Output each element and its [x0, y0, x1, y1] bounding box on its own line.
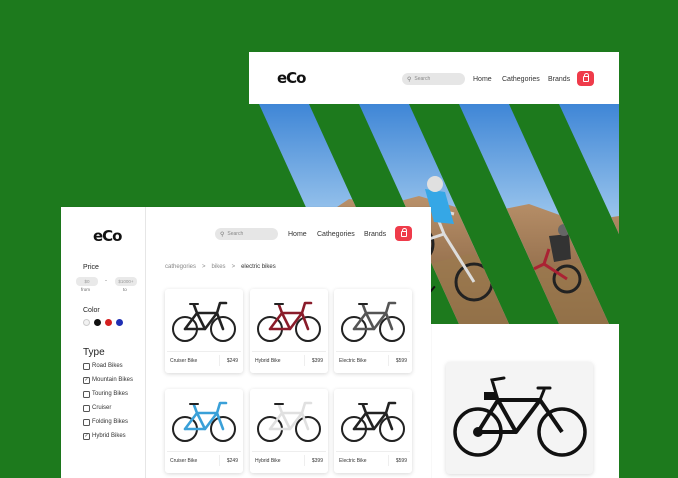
product-name: Cruiser Bike: [170, 358, 198, 364]
color-swatch[interactable]: [105, 319, 112, 326]
price-label: Price: [83, 264, 99, 271]
product-card[interactable]: Cruiser Bike $249: [165, 289, 243, 373]
type-checkbox[interactable]: [83, 391, 90, 398]
type-checkbox[interactable]: ✓: [83, 433, 90, 440]
electric-bike-photo-icon: [453, 376, 587, 457]
product-name: Cruiser Bike: [170, 458, 198, 464]
shopping-bag-icon: [582, 73, 589, 82]
nav-brands[interactable]: Brands: [364, 231, 386, 238]
color-swatch[interactable]: [94, 319, 101, 326]
type-option-label: Folding Bikes: [92, 419, 129, 425]
cart-button[interactable]: [577, 71, 594, 86]
logo[interactable]: eCo: [277, 69, 306, 87]
price-from-label: from: [81, 287, 90, 292]
search-input[interactable]: ⚲ Search: [215, 228, 278, 240]
card-divider: [167, 451, 241, 452]
type-checkbox[interactable]: [83, 363, 90, 370]
product-price: $399: [311, 458, 323, 464]
type-option-label: Road Bikes: [92, 363, 123, 369]
cart-button[interactable]: [395, 226, 412, 241]
type-option-label: Cruiser: [92, 405, 112, 411]
product-name: Hybrid Bike: [255, 358, 281, 364]
card-divider: [252, 351, 326, 352]
card-divider: [252, 451, 326, 452]
breadcrumb-link[interactable]: cathegories: [165, 264, 196, 270]
featured-product-image[interactable]: [446, 362, 593, 474]
breadcrumb-separator: >: [202, 264, 206, 270]
type-option-label: Touring Bikes: [92, 391, 129, 397]
product-card[interactable]: Hybrid Bike $399: [250, 289, 328, 373]
type-label: Type: [83, 347, 105, 358]
card-divider: [388, 455, 389, 466]
nav-brands[interactable]: Brands: [548, 76, 570, 83]
card-divider: [304, 455, 305, 466]
search-input[interactable]: ⚲ Search: [402, 73, 465, 85]
type-checkbox[interactable]: ✓: [83, 377, 90, 384]
card-divider: [304, 355, 305, 366]
site-header: eCo ⚲ Search Home Cathegories Brands: [249, 52, 619, 104]
price-from-input[interactable]: $0: [76, 277, 98, 286]
breadcrumb-current: electric bikes: [241, 264, 276, 270]
color-label: Color: [83, 307, 100, 314]
price-to-input[interactable]: $1000+: [115, 277, 137, 286]
bike-image-icon: [250, 389, 328, 451]
card-divider: [388, 355, 389, 366]
desktop-window-front: eCo Price $0 - $1000+ from to Color Type…: [61, 207, 431, 478]
filter-sidebar: eCo Price $0 - $1000+ from to Color Type…: [61, 207, 146, 478]
breadcrumb-separator: >: [231, 264, 236, 270]
nav-home[interactable]: Home: [473, 76, 492, 83]
type-option-label: Mountain Bikes: [92, 377, 134, 383]
nav-home[interactable]: Home: [288, 231, 307, 238]
product-price: $249: [226, 358, 238, 364]
card-divider: [219, 455, 220, 466]
bike-image-icon: [250, 289, 328, 351]
product-name: Electric Bike: [339, 458, 367, 464]
search-placeholder: Search: [414, 76, 431, 82]
price-to-label: to: [123, 287, 127, 292]
color-swatch[interactable]: [83, 319, 90, 326]
color-swatch[interactable]: [116, 319, 123, 326]
product-card[interactable]: Cruiser Bike $249: [165, 389, 243, 473]
card-divider: [336, 451, 410, 452]
product-name: Electric Bike: [339, 358, 367, 364]
product-name: Hybrid Bike: [255, 458, 281, 464]
product-price: $399: [311, 358, 323, 364]
product-price: $599: [395, 458, 407, 464]
product-price: $249: [226, 458, 238, 464]
bike-image-icon: [165, 289, 243, 351]
product-card[interactable]: Electric Bike $599: [334, 289, 412, 373]
product-card[interactable]: Electric Bike $599: [334, 389, 412, 473]
product-card[interactable]: Hybrid Bike $399: [250, 389, 328, 473]
bike-image-icon: [334, 389, 412, 451]
card-divider: [336, 351, 410, 352]
breadcrumb-link[interactable]: bikes: [212, 264, 226, 270]
product-price: $599: [395, 358, 407, 364]
bike-image-icon: [165, 389, 243, 451]
nav-cathegories[interactable]: Cathegories: [317, 231, 355, 238]
type-option-label: Hybrid Bikes: [92, 433, 126, 439]
search-placeholder: Search: [227, 231, 244, 237]
nav-cathegories[interactable]: Cathegories: [502, 76, 540, 83]
shopping-bag-icon: [400, 228, 407, 237]
price-separator: -: [105, 278, 107, 284]
type-checkbox[interactable]: [83, 419, 90, 426]
logo[interactable]: eCo: [93, 227, 122, 245]
search-icon: ⚲: [407, 76, 412, 83]
card-divider: [167, 351, 241, 352]
type-checkbox[interactable]: [83, 405, 90, 412]
card-divider: [219, 355, 220, 366]
search-icon: ⚲: [220, 231, 225, 238]
breadcrumb: cathegories > bikes > electric bikes: [165, 264, 276, 270]
bike-image-icon: [334, 289, 412, 351]
